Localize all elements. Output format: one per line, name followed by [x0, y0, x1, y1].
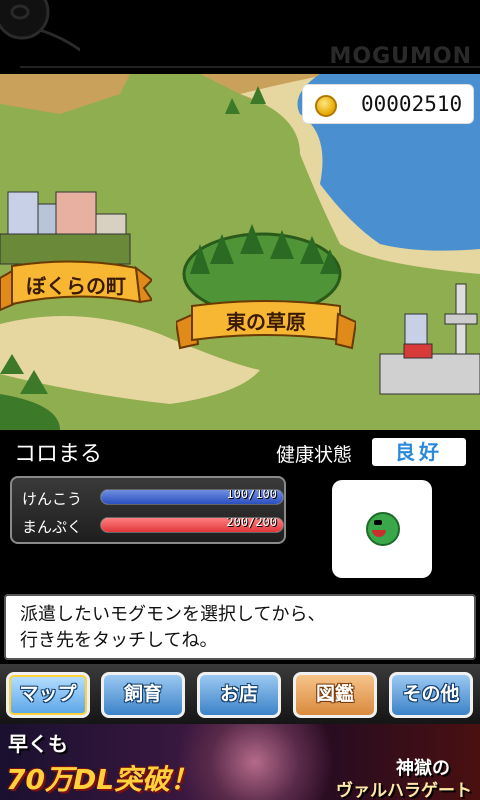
- health-bar-row: けんこう 100/100: [22, 486, 284, 508]
- fullness-bar-row: まんぷく 200/200: [22, 514, 284, 536]
- message-line-1: 派遣したいモグモンを選択してから、: [20, 604, 326, 625]
- ad-text-1: 早くも: [8, 732, 68, 756]
- coin-counter: 00002510: [302, 84, 474, 124]
- ad-banner[interactable]: 早くも 70万DL突破！ 神獄の ヴァルハラゲート: [0, 724, 480, 800]
- fullness-bar: 200/200: [100, 517, 284, 533]
- mogumon-logo-icon: [0, 0, 80, 52]
- bottom-nav: マップ 飼育 お店 図鑑 その他: [0, 664, 480, 724]
- fullness-bar-label: まんぷく: [22, 518, 83, 536]
- stat-bars-panel: けんこう 100/100 まんぷく 200/200: [10, 476, 286, 544]
- health-status-label: 健康状態: [276, 444, 353, 466]
- nav-map-button[interactable]: マップ: [6, 672, 90, 718]
- location-east-grassland[interactable]: 東の草原: [176, 292, 356, 352]
- ad-text-2: 70万DL突破！: [6, 763, 199, 796]
- coin-count: 00002510: [361, 92, 463, 116]
- pet-portrait[interactable]: [332, 480, 432, 578]
- nav-encyclopedia-button[interactable]: 図鑑: [293, 672, 377, 718]
- pet-status-panel: コロまる 健康状態 良好 けんこう 100/100 まんぷく 200/200: [0, 430, 480, 590]
- header-divider: [20, 66, 480, 68]
- nav-other-button[interactable]: その他: [389, 672, 473, 718]
- fullness-bar-value: 200/200: [226, 517, 277, 529]
- health-bar: 100/100: [100, 489, 284, 505]
- map-background: [0, 74, 480, 430]
- health-bar-value: 100/100: [226, 489, 277, 501]
- pet-character-icon: [366, 512, 400, 546]
- coin-icon: [315, 95, 337, 117]
- app-header: MOGUMON: [0, 0, 480, 74]
- nav-breeding-button[interactable]: 飼育: [101, 672, 185, 718]
- message-line-2: 行き先をタッチしてね。: [20, 630, 218, 651]
- health-status-badge: 良好: [372, 438, 466, 466]
- location-label: 東の草原: [226, 310, 306, 334]
- pet-eye: [374, 520, 382, 525]
- location-label: ぼくらの町: [26, 274, 126, 298]
- instruction-message: 派遣したいモグモンを選択してから、 行き先をタッチしてね。: [4, 594, 476, 660]
- ad-text-4: ヴァルハラゲート: [336, 781, 472, 800]
- nav-shop-button[interactable]: お店: [197, 672, 281, 718]
- health-bar-label: けんこう: [22, 490, 83, 508]
- location-our-town[interactable]: ぼくらの町: [0, 260, 152, 316]
- world-map[interactable]: ぼくらの町 東の草原: [0, 74, 480, 430]
- pet-name: コロまる: [14, 442, 103, 467]
